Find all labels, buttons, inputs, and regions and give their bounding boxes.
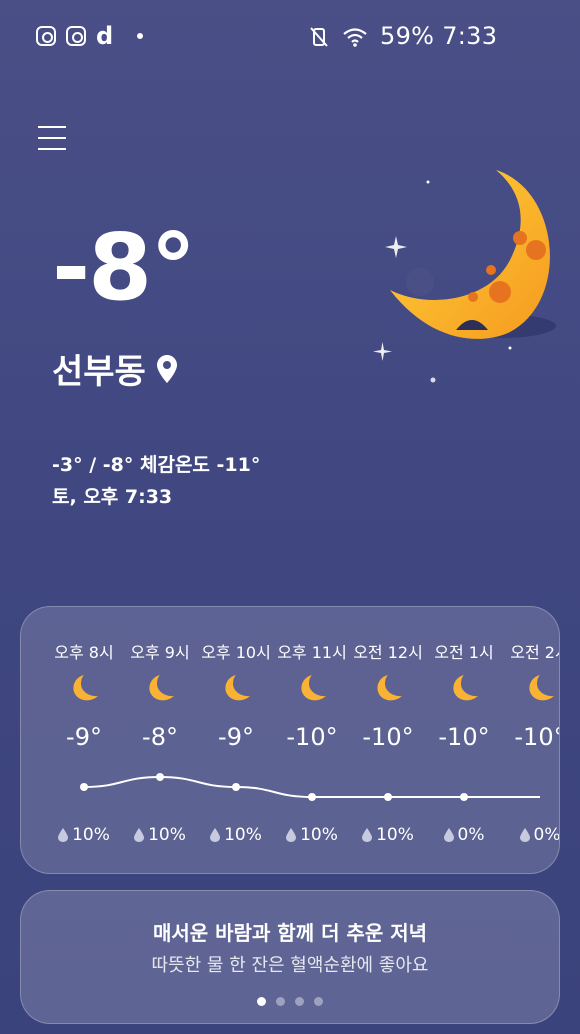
current-temperature: -8° (52, 214, 196, 321)
instagram-icon (36, 26, 56, 46)
hourly-forecast-card[interactable]: 오후 8시 -9° 10% 오후 9시 -8° 10% 오후 10시 -9° 10% 오후 11시… (20, 606, 560, 874)
battery-percent: 59% (380, 22, 435, 50)
min-max-feels-like: -3° / -8° 체감온도 -11° (52, 454, 261, 476)
trend-point (80, 783, 88, 791)
system-icons (308, 26, 368, 48)
d-app-icon: d (96, 22, 114, 50)
weather-tip-card[interactable]: 매서운 바람과 함께 더 추운 저녁 따뜻한 물 한 잔은 혈액순환에 좋아요 (20, 890, 560, 1024)
status-readout: 59% 7:33 (380, 22, 497, 50)
trend-point (308, 793, 316, 801)
notification-icons: d (36, 22, 144, 50)
trend-point (384, 793, 392, 801)
menu-icon[interactable] (38, 126, 66, 154)
notification-dot-icon (137, 33, 144, 39)
trend-point (460, 793, 468, 801)
observed-datetime: 토, 오후 7:33 (52, 486, 173, 508)
status-bar: d 59% 7:33 (0, 0, 580, 76)
crescent-moon-icon (373, 170, 556, 383)
location-pin-icon (156, 354, 177, 383)
page-dot[interactable] (295, 997, 304, 1006)
page-dot[interactable] (314, 997, 323, 1006)
page-dot[interactable] (257, 997, 266, 1006)
location[interactable]: 선부동 (52, 344, 178, 393)
trend-point (232, 783, 240, 791)
mute-vibrate-icon (310, 27, 328, 47)
tip-subtitle: 따뜻한 물 한 잔은 혈액순환에 좋아요 (151, 955, 429, 976)
page-dot[interactable] (276, 997, 285, 1006)
trend-point (156, 773, 164, 781)
page-indicator (21, 997, 559, 1006)
location-name: 선부동 (52, 352, 146, 392)
tip-title: 매서운 바람과 함께 더 추운 저녁 (152, 921, 427, 945)
instagram-icon (66, 26, 86, 46)
clock: 7:33 (442, 22, 498, 50)
temperature-trend-chart (80, 773, 540, 801)
wifi-icon (343, 28, 367, 47)
